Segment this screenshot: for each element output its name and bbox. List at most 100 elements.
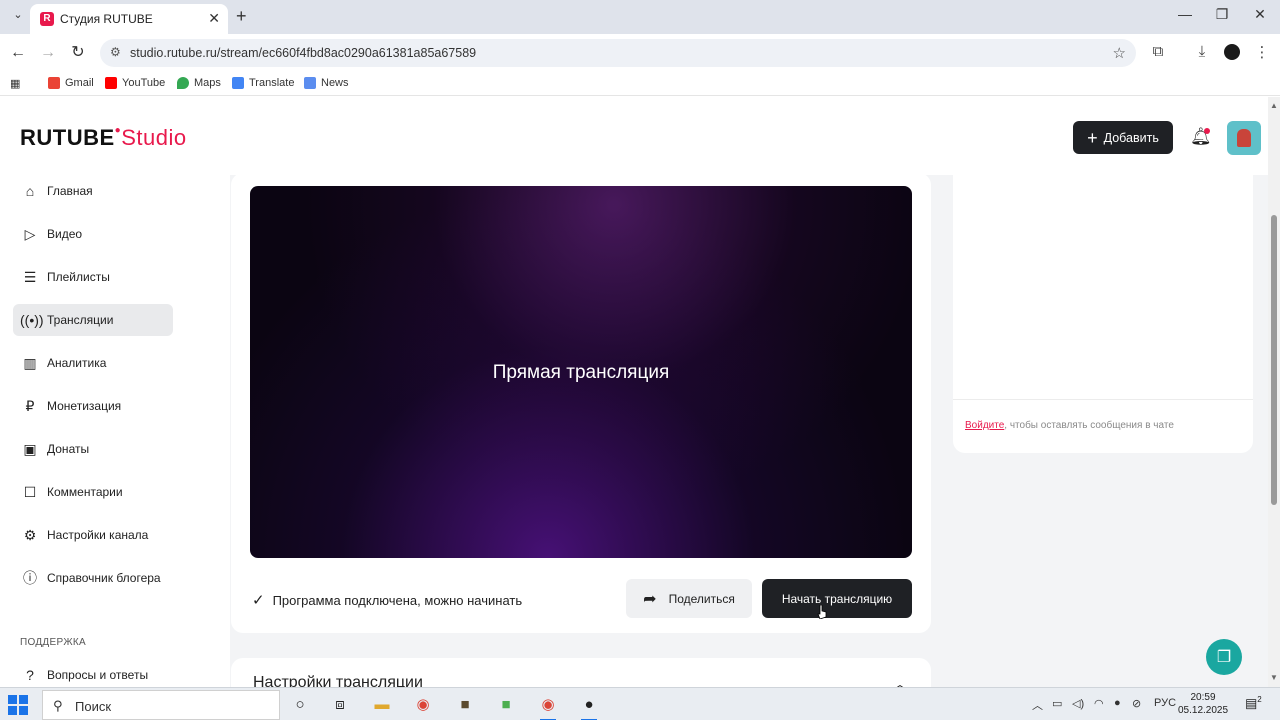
bookmark-gmail[interactable]: Gmail: [48, 77, 94, 89]
tray-overflow-icon[interactable]: ︿: [1032, 697, 1043, 713]
start-stream-button[interactable]: Начать трансляцию: [762, 579, 912, 618]
youtube-icon: [105, 77, 117, 89]
site-info-icon[interactable]: ⚙: [110, 45, 121, 59]
donations-icon: ▣: [23, 440, 37, 457]
sidebar-item-channel-settings[interactable]: ⚙ Настройки канала: [13, 519, 173, 551]
bookmark-translate[interactable]: Translate: [232, 77, 294, 89]
bookmark-news[interactable]: News: [304, 77, 349, 89]
minecraft-icon[interactable]: ■: [453, 693, 477, 717]
sidebar-item-label: Видео: [47, 227, 83, 241]
studio-header: RUTUBE●Studio + Добавить 🔔︎: [0, 97, 1268, 175]
rutube-favicon-icon: R: [40, 12, 54, 26]
language-indicator[interactable]: РУС: [1154, 697, 1176, 709]
logo-sub: Studio: [121, 125, 187, 150]
sidebar-item-playlists[interactable]: ☰ Плейлисты: [13, 261, 173, 293]
scroll-up-icon[interactable]: ▲: [1270, 101, 1278, 110]
obs-recording-icon[interactable]: ●: [577, 693, 601, 720]
menu-icon[interactable]: ⋮: [1252, 43, 1272, 61]
notification-dot: [1204, 128, 1210, 134]
sidebar-item-home[interactable]: ⌂ Главная: [13, 175, 173, 207]
task-view-icon[interactable]: ⧈: [328, 693, 352, 717]
search-icon: ⚲: [53, 698, 63, 713]
tab-search-icon[interactable]: ⌄: [8, 8, 28, 26]
clock-time: 20:59: [1190, 692, 1216, 703]
share-icon: ➦: [643, 590, 657, 608]
close-tab-icon[interactable]: ✕: [208, 10, 220, 27]
download-icon[interactable]: ⤓: [1192, 43, 1212, 60]
microphone-icon[interactable]: ●: [1114, 697, 1121, 709]
volume-icon[interactable]: ◁): [1072, 697, 1084, 710]
notification-center-icon[interactable]: ▤2: [1245, 695, 1262, 711]
sidebar-item-label: Аналитика: [47, 356, 107, 370]
translate-icon: [232, 77, 244, 89]
wifi-icon[interactable]: ◠: [1094, 697, 1104, 710]
start-stream-label: Начать трансляцию: [781, 591, 893, 606]
bookmark-label: Maps: [194, 77, 221, 89]
scroll-thumb[interactable]: [1271, 215, 1277, 505]
profile-avatar-icon[interactable]: [1224, 44, 1240, 60]
plus-icon: +: [1087, 127, 1098, 148]
clock[interactable]: 20:59 05.12.2025: [1178, 691, 1228, 717]
chat-login-link[interactable]: Войдите: [965, 420, 1004, 431]
gmail-icon: [48, 77, 60, 89]
windows-start-icon[interactable]: [8, 695, 28, 715]
settings-icon: ⚙: [23, 526, 37, 543]
bookmark-youtube[interactable]: YouTube: [105, 77, 165, 89]
sidebar-item-label: Справочник блогера: [47, 571, 161, 585]
network-icon[interactable]: ⊘: [1132, 697, 1141, 710]
share-button[interactable]: ➦ Поделиться: [626, 579, 752, 618]
battery-icon[interactable]: ▭: [1052, 697, 1062, 710]
back-icon[interactable]: ←: [8, 43, 28, 63]
sidebar-item-label: Настройки канала: [47, 528, 149, 542]
minimize-icon[interactable]: —: [1175, 6, 1195, 22]
notification-count: 2: [1257, 695, 1262, 704]
sidebar-item-label: Комментарии: [47, 485, 123, 499]
apps-grid-icon[interactable]: ▦: [10, 77, 20, 90]
sidebar-item-video[interactable]: ▷ Видео: [13, 218, 173, 250]
bookmark-maps[interactable]: Maps: [177, 77, 221, 89]
sidebar-item-donations[interactable]: ▣ Донаты: [13, 433, 173, 465]
file-explorer-icon[interactable]: ▬: [370, 693, 394, 717]
sidebar-item-label: Плейлисты: [47, 270, 110, 284]
chrome-icon[interactable]: ◉: [411, 693, 435, 717]
bookmark-star-icon[interactable]: ☆: [1113, 44, 1126, 62]
address-bar[interactable]: ⚙ studio.rutube.ru/stream/ec660f4fbd8ac0…: [100, 39, 1136, 67]
info-icon: ⓘ: [23, 570, 37, 586]
chat-bubble-icon: ❐: [1216, 649, 1232, 666]
cortana-icon[interactable]: ○: [288, 693, 312, 717]
connection-status: ✓ Программа подключена, можно начинать: [252, 591, 522, 609]
minecraft-launcher-icon[interactable]: ■: [494, 693, 518, 717]
reload-icon[interactable]: ↻: [68, 43, 88, 63]
chevron-up-icon[interactable]: ︿: [893, 674, 907, 687]
close-window-icon[interactable]: ✕: [1250, 6, 1270, 23]
browser-tab[interactable]: R Студия RUTUBE ✕: [30, 4, 228, 34]
home-icon: ⌂: [25, 183, 35, 199]
chrome-active-icon[interactable]: ◉: [536, 693, 560, 720]
chat-divider: [953, 399, 1253, 400]
stream-preview-player[interactable]: Прямая трансляция: [250, 186, 912, 558]
sidebar-item-analytics[interactable]: ▥ Аналитика: [13, 347, 173, 379]
sidebar-item-monetization[interactable]: ₽ Монетизация: [13, 390, 173, 422]
extensions-icon[interactable]: ⧉: [1148, 43, 1168, 60]
avatar[interactable]: [1227, 121, 1261, 155]
page-scrollbar[interactable]: ▲ ▼: [1268, 97, 1280, 687]
url-text[interactable]: studio.rutube.ru/stream/ec660f4fbd8ac029…: [130, 46, 476, 60]
rutube-studio-logo[interactable]: RUTUBE●Studio: [20, 125, 187, 151]
support-chat-button[interactable]: ❐: [1206, 639, 1242, 675]
forward-icon[interactable]: →: [38, 43, 58, 63]
maximize-icon[interactable]: ❐: [1212, 6, 1232, 23]
bookmark-label: YouTube: [122, 77, 166, 89]
help-icon: ?: [26, 667, 34, 683]
broadcast-icon: ((•)): [20, 312, 44, 328]
sidebar-item-faq[interactable]: ? Вопросы и ответы: [13, 659, 173, 687]
add-button[interactable]: + Добавить: [1073, 121, 1173, 154]
scroll-down-icon[interactable]: ▼: [1270, 673, 1278, 682]
taskbar-search-input[interactable]: ⚲ Поиск: [42, 690, 280, 720]
chat-login-note: Войдите, чтобы оставлять сообщения в чат…: [965, 420, 1174, 431]
sidebar-item-comments[interactable]: ☐ Комментарии: [13, 476, 173, 508]
sidebar-item-broadcasts[interactable]: ((•)) Трансляции: [13, 304, 173, 336]
monetization-icon: ₽: [25, 397, 35, 414]
sidebar-item-blogger-guide[interactable]: ⓘ Справочник блогера: [13, 562, 173, 594]
stream-settings-panel[interactable]: Настройки трансляции ︿: [231, 658, 931, 687]
new-tab-icon[interactable]: +: [236, 6, 247, 27]
